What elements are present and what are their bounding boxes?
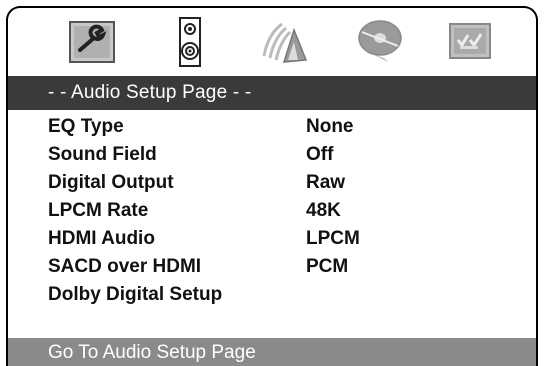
menu-item-label: SACD over HDMI <box>48 256 202 277</box>
menu-item-sound-field[interactable]: Sound Field Off <box>8 144 536 170</box>
menu-item-label: HDMI Audio <box>48 228 155 249</box>
video-setup-icon[interactable] <box>258 16 310 68</box>
menu-item-value: 48K <box>306 200 341 221</box>
menu-item-lpcm-rate[interactable]: LPCM Rate 48K <box>8 200 536 226</box>
preference-icon[interactable] <box>444 16 496 68</box>
page-title: - - Audio Setup Page - - <box>48 82 252 103</box>
menu-item-value: None <box>306 116 354 137</box>
menu-item-value: Off <box>306 144 334 165</box>
menu-item-value: PCM <box>306 256 349 277</box>
setup-toolbar <box>8 8 536 74</box>
menu-item-sacd-over-hdmi[interactable]: SACD over HDMI PCM <box>8 256 536 282</box>
status-bar: Go To Audio Setup Page <box>8 338 536 366</box>
menu-item-hdmi-audio[interactable]: HDMI Audio LPCM <box>8 228 536 254</box>
general-setup-icon[interactable] <box>66 16 118 68</box>
menu-item-label: Digital Output <box>48 172 174 193</box>
disc-icon[interactable] <box>354 16 406 68</box>
menu-item-label: Dolby Digital Setup <box>48 284 223 305</box>
menu-item-value: Raw <box>306 172 346 193</box>
page-title-bar: - - Audio Setup Page - - <box>8 76 536 110</box>
speaker-icon[interactable] <box>164 16 216 68</box>
menu-item-eq-type[interactable]: EQ Type None <box>8 116 536 142</box>
menu-item-label: LPCM Rate <box>48 200 149 221</box>
menu-item-digital-output[interactable]: Digital Output Raw <box>8 172 536 198</box>
menu-item-dolby-digital-setup[interactable]: Dolby Digital Setup <box>8 284 536 310</box>
menu-item-label: EQ Type <box>48 116 124 137</box>
menu-item-value: LPCM <box>306 228 360 249</box>
setup-menu-frame: - - Audio Setup Page - - EQ Type None So… <box>6 6 538 366</box>
status-text: Go To Audio Setup Page <box>48 342 256 363</box>
menu-item-label: Sound Field <box>48 144 157 165</box>
